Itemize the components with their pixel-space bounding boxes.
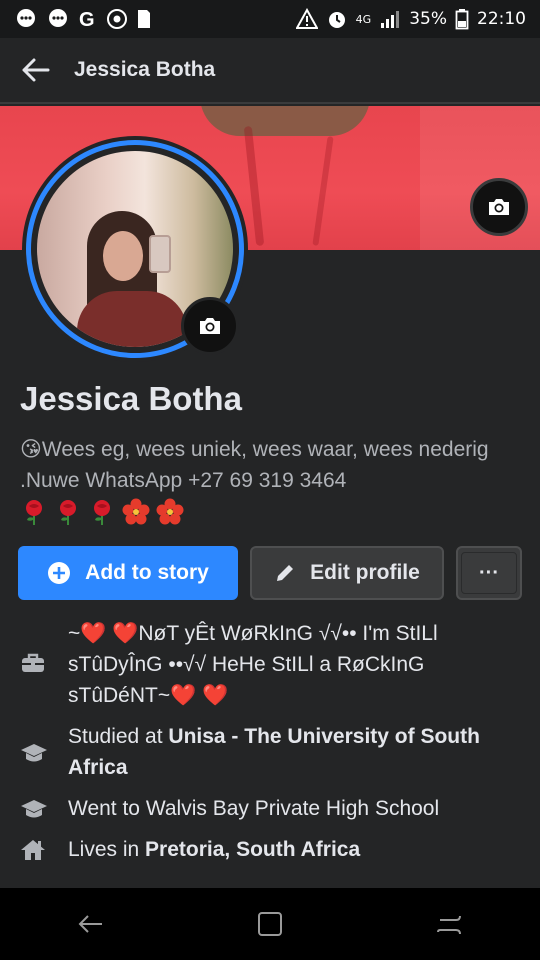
recents-icon <box>437 915 461 935</box>
alarm-icon <box>326 8 348 30</box>
notification-chat-icon <box>14 8 38 30</box>
profile-actions: Add to story Edit profile ··· <box>18 546 522 600</box>
sync-icon <box>106 8 128 30</box>
camera-icon <box>200 318 220 334</box>
graduation-cap-icon <box>18 721 68 765</box>
network-type-label: 4G <box>355 12 372 26</box>
status-bar-right: 4G 35% 22:10 <box>295 8 526 30</box>
home-icon <box>18 834 68 862</box>
back-arrow-icon <box>78 915 102 933</box>
detail-went-to-text: Went to Walvis Bay Private High School <box>68 797 440 820</box>
rose-icon <box>26 500 42 525</box>
back-button[interactable] <box>0 37 70 103</box>
bio-text: Wees eg, wees uniek, wees waar, wees ned… <box>20 438 489 492</box>
cover-photo-detail <box>243 125 265 247</box>
pencil-icon <box>277 565 294 581</box>
arrow-left-icon <box>22 58 50 82</box>
bio-flowers: 🌹🌹🌹🌺🌺 <box>20 498 184 526</box>
sd-card-icon <box>136 8 152 30</box>
add-to-story-button[interactable]: Add to story <box>18 546 238 600</box>
plus-circle-icon <box>48 562 71 584</box>
detail-lives-prefix: Lives in <box>68 838 146 861</box>
detail-work-text: ~❤️ ❤️NøT yÊt WøRkInG √√•• I'm StILl sTû… <box>68 622 438 707</box>
camera-icon <box>489 199 509 215</box>
rose-icon <box>60 500 76 525</box>
detail-work[interactable]: ~❤️ ❤️NøT yÊt WøRkInG √√•• I'm StILl sTû… <box>18 618 522 711</box>
page-title: Jessica Botha <box>74 58 216 81</box>
profile-picture-detail <box>149 235 171 273</box>
signal-icon <box>379 8 401 30</box>
add-to-story-label: Add to story <box>85 561 209 584</box>
notification-chat-icon-2 <box>46 8 70 30</box>
cover-photo-detail <box>312 136 334 246</box>
profile-picture-detail <box>103 231 143 281</box>
rose-icon <box>94 500 110 525</box>
battery-icon <box>455 8 469 30</box>
edit-profile-button[interactable]: Edit profile <box>250 546 444 600</box>
more-options-button[interactable]: ··· <box>456 546 522 600</box>
hibiscus-icon <box>122 498 150 525</box>
kiss-emoji: 😘 <box>20 437 42 461</box>
edit-profile-label: Edit profile <box>310 561 420 584</box>
detail-went-to[interactable]: Went to Walvis Bay Private High School <box>18 793 522 824</box>
status-bar-left: G <box>14 8 152 30</box>
hibiscus-icon <box>156 498 184 525</box>
detail-lives-text: Lives in Pretoria, South Africa <box>68 834 360 865</box>
svg-text:G: G <box>79 9 95 30</box>
profile-picture-detail <box>77 291 187 347</box>
google-icon: G <box>78 8 98 30</box>
detail-studied[interactable]: Studied at Unisa - The University of Sou… <box>18 721 522 783</box>
profile-details: ~❤️ ❤️NøT yÊt WøRkInG √√•• I'm StILl sTû… <box>18 618 522 875</box>
app-header: Jessica Botha <box>0 38 540 104</box>
detail-lives[interactable]: Lives in Pretoria, South Africa <box>18 834 522 865</box>
battery-percent: 35% <box>409 9 447 29</box>
detail-studied-prefix: Studied at <box>68 725 169 748</box>
status-bar: G 4G 35% 22:10 <box>0 0 540 38</box>
more-options-inner: ··· <box>461 552 517 594</box>
graduation-cap-icon <box>18 793 68 821</box>
more-options-label: ··· <box>479 561 499 584</box>
edit-profile-picture-button[interactable] <box>181 297 239 355</box>
system-home-button[interactable] <box>230 894 310 954</box>
profile-bio: 😘Wees eg, wees uniek, wees waar, wees ne… <box>20 434 520 496</box>
briefcase-icon <box>18 618 68 674</box>
cover-photo-detail <box>200 106 370 136</box>
clock: 22:10 <box>477 9 526 29</box>
square-icon <box>258 912 282 936</box>
system-navigation-bar <box>0 888 540 960</box>
system-recents-button[interactable] <box>410 894 490 954</box>
detail-lives-city[interactable]: Pretoria, South Africa <box>145 838 360 861</box>
system-back-button[interactable] <box>50 894 130 954</box>
detail-studied-text: Studied at Unisa - The University of Sou… <box>68 721 522 783</box>
edit-cover-photo-button[interactable] <box>470 178 528 236</box>
warning-icon <box>295 8 318 30</box>
profile-name: Jessica Botha <box>20 380 242 417</box>
